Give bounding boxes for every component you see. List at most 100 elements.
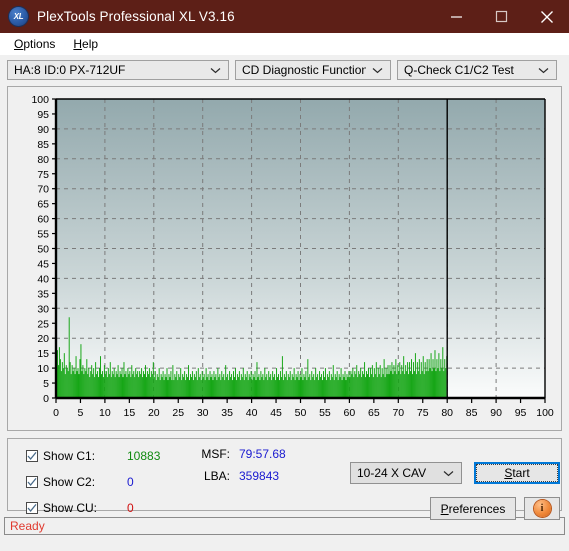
function-select[interactable]: CD Diagnostic Functions (235, 60, 391, 80)
svg-text:55: 55 (37, 229, 49, 241)
svg-text:40: 40 (246, 407, 258, 419)
checkbox-row-c2[interactable]: Show C2: 0 (26, 472, 160, 491)
test-select[interactable]: Q-Check C1/C2 Test (397, 60, 557, 80)
svg-text:20: 20 (148, 407, 160, 419)
svg-text:65: 65 (368, 407, 380, 419)
svg-text:15: 15 (37, 348, 49, 360)
lba-label: LBA: (203, 469, 230, 483)
status-text: Ready (10, 519, 45, 533)
svg-text:90: 90 (490, 407, 502, 419)
c1-value: 10883 (127, 448, 161, 463)
app-logo-icon: XL (9, 7, 28, 26)
svg-text:30: 30 (197, 407, 209, 419)
msf-row: MSF: 79:57.68 (196, 447, 286, 469)
titlebar: XL PlexTools Professional XL V3.16 (0, 0, 569, 33)
checkbox-row-c1[interactable]: Show C1: 10883 (26, 446, 160, 465)
preferences-rest: references (448, 501, 506, 516)
svg-text:25: 25 (172, 407, 184, 419)
show-cu-label: Show CU: (43, 500, 98, 515)
start-button-inner: Start (476, 464, 558, 482)
menu-item-options[interactable]: Options (5, 35, 64, 53)
menubar: Options Help (0, 33, 569, 55)
plextools-window: XL PlexTools Professional XL V3.16 Optio… (0, 0, 569, 551)
svg-text:40: 40 (37, 273, 49, 285)
speed-select[interactable]: 10-24 X CAV (350, 462, 462, 484)
function-select-value: CD Diagnostic Functions (242, 63, 366, 77)
chevron-down-icon (437, 470, 458, 477)
svg-text:10: 10 (37, 363, 49, 375)
checkbox-row-cu[interactable]: Show CU: 0 (26, 498, 160, 517)
info-icon: i (533, 500, 551, 517)
start-accel: S (504, 466, 513, 480)
svg-text:30: 30 (37, 303, 49, 315)
drive-select-value: HA:8 ID:0 PX-712UF (14, 63, 126, 77)
chart-panel: 0 5 10 15 20 25 30 35 40 45 50 55 60 65 70 75 80 85 90 95 10… (7, 86, 562, 431)
svg-text:45: 45 (270, 407, 282, 419)
menu-help-accel: H (73, 37, 83, 51)
svg-text:80: 80 (37, 154, 49, 166)
svg-text:55: 55 (319, 407, 331, 419)
chevron-down-icon (366, 67, 387, 74)
svg-text:65: 65 (37, 199, 49, 211)
maximize-icon (495, 10, 508, 23)
show-c1-label: Show C1: (43, 448, 96, 463)
x-axis-ticks: 0 5 10 15 20 25 30 35 40 45 50 55 60 65 70 75 80 85 90 95 10… (53, 398, 554, 419)
svg-text:45: 45 (37, 258, 49, 270)
test-select-value: Q-Check C1/C2 Test (404, 63, 514, 77)
check-icon (27, 503, 37, 512)
svg-text:100: 100 (536, 407, 554, 419)
svg-text:25: 25 (37, 318, 49, 330)
preferences-label: Preferences (441, 502, 506, 516)
chevron-down-icon (204, 67, 225, 74)
svg-text:10: 10 (99, 407, 111, 419)
window-buttons (434, 0, 569, 33)
toolbar: HA:8 ID:0 PX-712UF CD Diagnostic Functio… (0, 55, 569, 86)
svg-text:50: 50 (37, 244, 49, 256)
svg-text:20: 20 (37, 333, 49, 345)
svg-text:75: 75 (417, 407, 429, 419)
show-cu-checkbox[interactable] (26, 501, 38, 514)
start-button[interactable]: Start (474, 462, 560, 484)
show-checkbox-group: Show C1: 10883 Show C2: 0 Show CU: 0 (26, 446, 160, 517)
lba-row: LBA: 359843 (196, 469, 286, 491)
svg-text:100: 100 (31, 94, 49, 106)
check-icon (27, 451, 37, 460)
lba-value: 359843 (239, 469, 280, 483)
app-logo-text: XL (13, 12, 24, 21)
svg-text:70: 70 (37, 184, 49, 196)
close-icon (540, 10, 553, 23)
y-axis-ticks: 0 5 10 15 20 25 30 35 40 45 50 55 60 65 70 75 80 85 90 95 10… (31, 94, 56, 405)
preferences-accel: P (440, 501, 449, 516)
svg-text:75: 75 (37, 169, 49, 181)
svg-text:85: 85 (466, 407, 478, 419)
svg-text:15: 15 (124, 407, 136, 419)
svg-text:95: 95 (515, 407, 527, 419)
window-title: PlexTools Professional XL V3.16 (37, 9, 235, 24)
cu-value: 0 (127, 500, 134, 515)
svg-text:85: 85 (37, 139, 49, 151)
drive-select[interactable]: HA:8 ID:0 PX-712UF (7, 60, 229, 80)
svg-text:60: 60 (344, 407, 356, 419)
chevron-down-icon (532, 67, 553, 74)
show-c2-label: Show C2: (43, 474, 96, 489)
menu-item-help[interactable]: Help (64, 35, 107, 53)
svg-text:95: 95 (37, 109, 49, 121)
menu-options-rest: ptions (23, 37, 56, 51)
minimize-icon (451, 16, 462, 18)
info-button[interactable]: i (524, 497, 560, 520)
readout-group: MSF: 79:57.68 LBA: 359843 (196, 447, 286, 491)
show-c2-checkbox[interactable] (26, 475, 38, 488)
start-rest: tart (512, 466, 530, 480)
close-button[interactable] (524, 0, 569, 33)
check-icon (27, 477, 37, 486)
svg-text:80: 80 (441, 407, 453, 419)
msf-value: 79:57.68 (239, 447, 286, 461)
minimize-button[interactable] (434, 0, 479, 33)
preferences-button[interactable]: Preferences (430, 497, 516, 520)
maximize-button[interactable] (479, 0, 524, 33)
svg-text:90: 90 (37, 124, 49, 136)
show-c1-checkbox[interactable] (26, 449, 38, 462)
svg-text:50: 50 (295, 407, 307, 419)
svg-text:60: 60 (37, 214, 49, 226)
svg-text:35: 35 (221, 407, 233, 419)
